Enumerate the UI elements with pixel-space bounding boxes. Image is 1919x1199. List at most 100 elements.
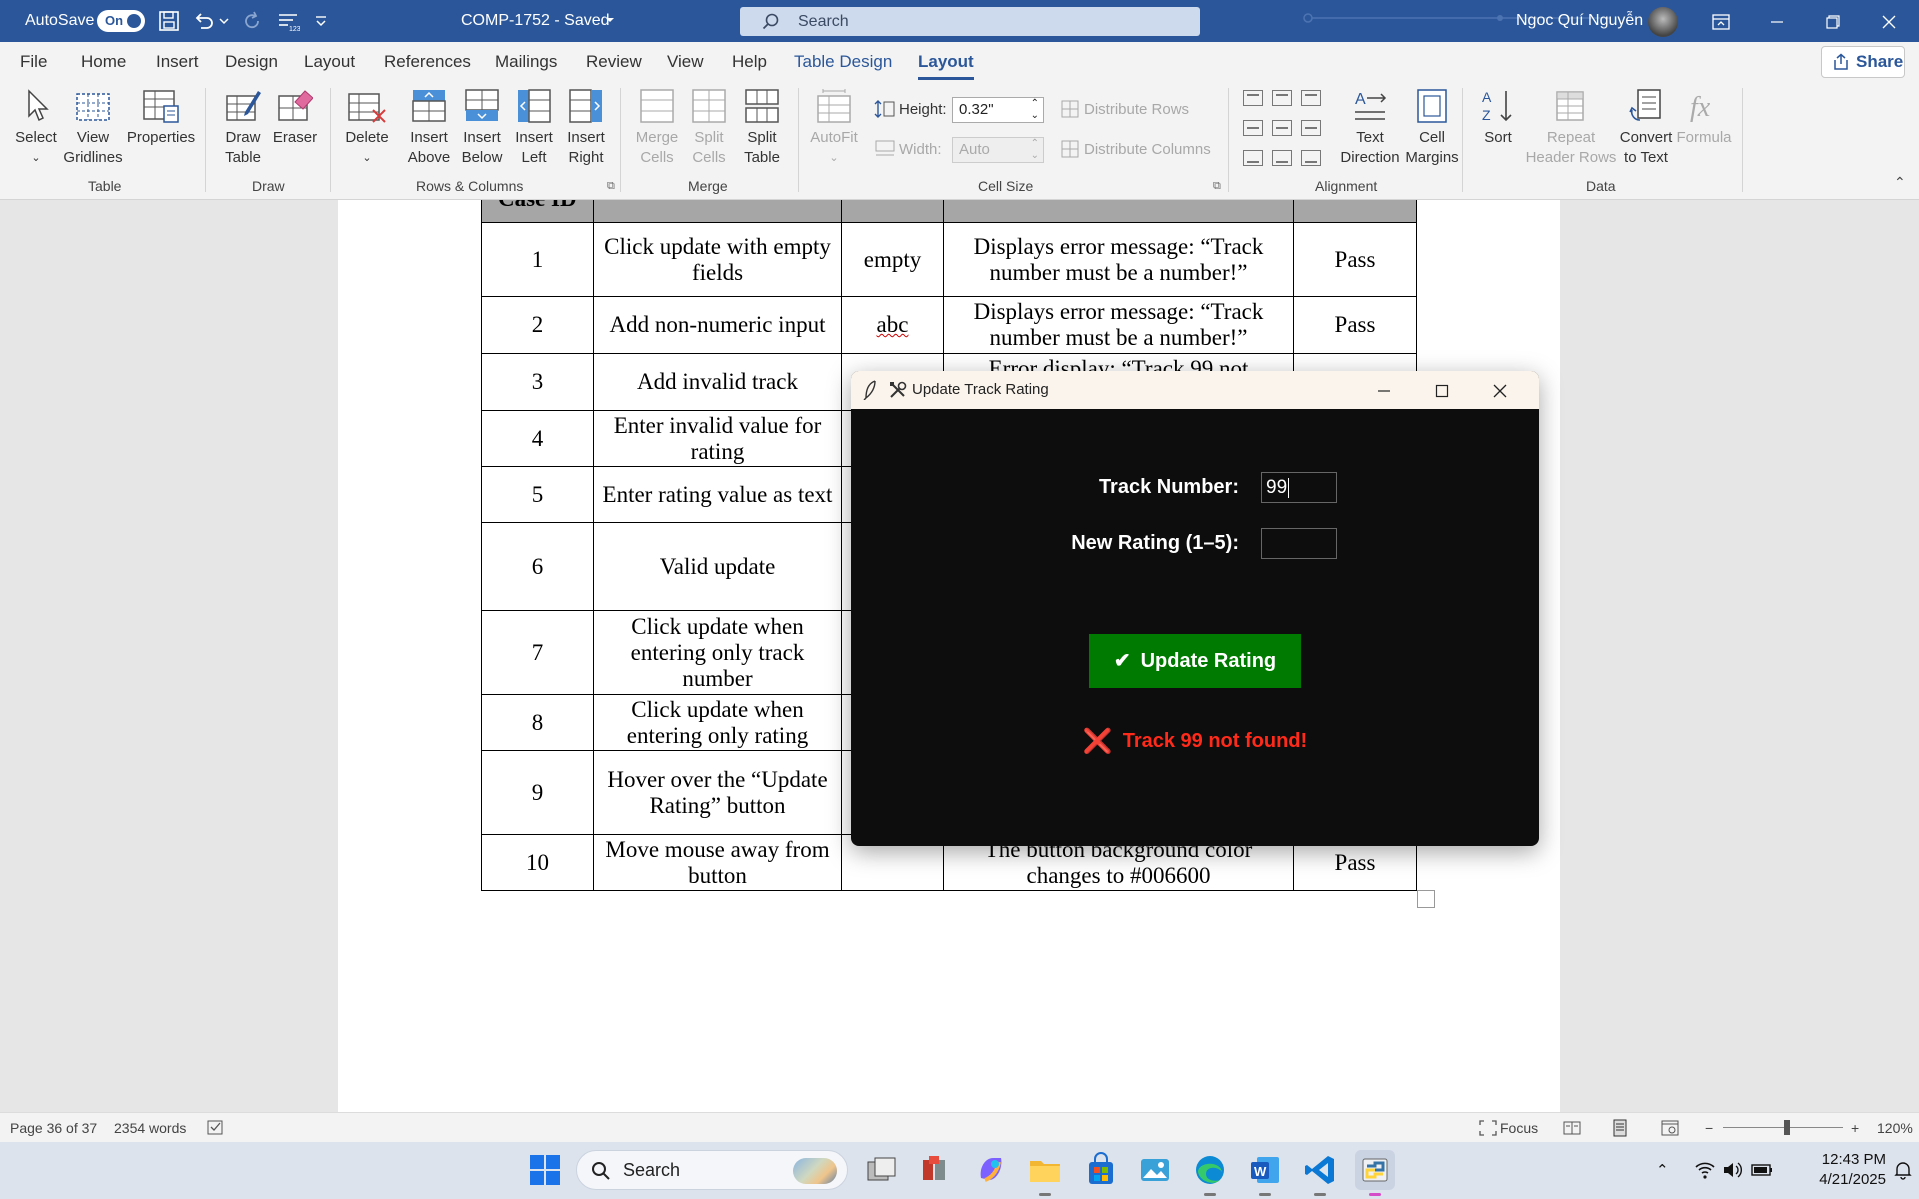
update-rating-button[interactable]: ✔ Update Rating: [1089, 634, 1301, 688]
web-layout-icon[interactable]: [1661, 1120, 1679, 1136]
ribbon-display-icon[interactable]: [1693, 0, 1749, 42]
proofing-icon[interactable]: [207, 1120, 225, 1136]
delete-button[interactable]: Delete ⌄: [340, 82, 394, 168]
tab-help[interactable]: Help: [732, 42, 767, 82]
align-top-left-icon[interactable]: [1243, 90, 1263, 106]
dialog-title-bar[interactable]: Update Track Rating: [851, 371, 1539, 409]
search-box[interactable]: Search: [740, 7, 1200, 36]
insert-below-button[interactable]: Insert Below: [456, 82, 508, 168]
collapse-ribbon-icon[interactable]: ⌃: [1894, 174, 1906, 191]
align-top-center-icon[interactable]: [1272, 90, 1292, 106]
zoom-level[interactable]: 120%: [1877, 1113, 1913, 1143]
tab-review[interactable]: Review: [586, 42, 642, 82]
tab-table-design[interactable]: Table Design: [794, 42, 892, 82]
taskbar-app-1[interactable]: [915, 1150, 955, 1190]
wifi-icon[interactable]: [1694, 1160, 1716, 1180]
formula-button[interactable]: fx Formula: [1672, 82, 1736, 148]
minimize-icon[interactable]: [1749, 0, 1805, 42]
page-count[interactable]: Page 36 of 37: [10, 1113, 97, 1143]
tab-mailings[interactable]: Mailings: [495, 42, 557, 82]
volume-icon[interactable]: [1722, 1160, 1744, 1180]
table-resize-handle[interactable]: [1417, 890, 1435, 908]
edge-button[interactable]: [1190, 1150, 1230, 1196]
vscode-button[interactable]: [1300, 1150, 1340, 1196]
view-gridlines-button[interactable]: View Gridlines: [60, 82, 126, 168]
tab-insert[interactable]: Insert: [156, 42, 199, 82]
distribute-rows-button[interactable]: Distribute Rows: [1084, 101, 1189, 118]
draw-table-button[interactable]: Draw Table: [216, 82, 270, 168]
insert-above-button[interactable]: Insert Above: [404, 82, 454, 168]
avatar[interactable]: [1648, 7, 1678, 37]
copilot-button[interactable]: [971, 1150, 1011, 1190]
notification-bell-icon[interactable]: [1893, 1160, 1913, 1180]
split-cells-button[interactable]: Split Cells: [682, 82, 736, 168]
share-button[interactable]: Share: [1821, 46, 1905, 78]
start-button[interactable]: [525, 1150, 565, 1190]
convert-to-text-button[interactable]: Convert to Text: [1614, 82, 1678, 168]
undo-dropdown-icon[interactable]: [218, 9, 230, 33]
align-middle-center-icon[interactable]: [1272, 120, 1292, 136]
zoom-in-icon[interactable]: +: [1851, 1113, 1859, 1143]
undo-icon[interactable]: [192, 9, 216, 33]
tab-file[interactable]: File: [20, 42, 47, 82]
autofit-button[interactable]: AutoFit ⌄: [806, 82, 862, 168]
cell-size-launcher-icon[interactable]: ⧉: [1213, 180, 1221, 193]
align-bottom-left-icon[interactable]: [1243, 150, 1263, 166]
customize-toolbar-icon[interactable]: [313, 9, 329, 33]
photos-button[interactable]: [1135, 1150, 1175, 1190]
task-view-button[interactable]: [861, 1150, 901, 1190]
system-clock[interactable]: 12:43 PM 4/21/2025: [1786, 1150, 1886, 1190]
tab-design[interactable]: Design: [225, 42, 278, 82]
new-rating-input[interactable]: [1261, 528, 1337, 559]
taskbar-search[interactable]: Search: [576, 1150, 848, 1190]
document-title[interactable]: COMP-1752 - Saved: [461, 0, 610, 42]
align-bottom-right-icon[interactable]: [1301, 150, 1321, 166]
cell-margins-button[interactable]: Cell Margins: [1404, 82, 1460, 168]
tab-layout[interactable]: Layout: [304, 42, 355, 82]
width-input[interactable]: Auto ⌃ ⌄: [952, 137, 1044, 163]
tab-references[interactable]: References: [384, 42, 471, 82]
height-input[interactable]: 0.32" ⌃ ⌄: [952, 97, 1044, 123]
format-icon[interactable]: 123: [276, 9, 301, 33]
store-button[interactable]: [1081, 1150, 1121, 1190]
print-layout-icon[interactable]: [1611, 1119, 1629, 1137]
read-mode-icon[interactable]: [1563, 1120, 1581, 1136]
eraser-button[interactable]: Eraser: [268, 82, 322, 148]
redo-icon[interactable]: [240, 9, 264, 33]
tab-table-layout[interactable]: Layout: [918, 42, 974, 82]
split-table-button[interactable]: Split Table: [734, 82, 790, 168]
file-explorer-button[interactable]: [1025, 1150, 1065, 1196]
insert-right-button[interactable]: Insert Right: [562, 82, 610, 168]
select-button[interactable]: Select ⌄: [8, 82, 64, 168]
track-number-input[interactable]: 99: [1261, 472, 1337, 503]
zoom-out-icon[interactable]: −: [1705, 1113, 1713, 1143]
zoom-slider[interactable]: [1723, 1127, 1843, 1128]
distribute-columns-button[interactable]: Distribute Columns: [1084, 141, 1211, 158]
title-dropdown-icon[interactable]: [604, 9, 616, 33]
text-direction-button[interactable]: A Text Direction: [1334, 82, 1406, 168]
autosave-toggle[interactable]: On: [97, 10, 145, 32]
save-icon[interactable]: [157, 9, 181, 33]
align-bottom-center-icon[interactable]: [1272, 150, 1292, 166]
merge-cells-button[interactable]: Merge Cells: [628, 82, 686, 168]
dialog-close-icon[interactable]: [1471, 371, 1529, 409]
close-icon[interactable]: [1861, 0, 1917, 42]
align-middle-left-icon[interactable]: [1243, 120, 1263, 136]
restore-icon[interactable]: [1805, 0, 1861, 42]
dialog-minimize-icon[interactable]: [1355, 371, 1413, 409]
repeat-header-rows-button[interactable]: Repeat Header Rows: [1524, 82, 1618, 168]
show-hidden-icons[interactable]: ⌃: [1656, 1142, 1669, 1199]
align-middle-right-icon[interactable]: [1301, 120, 1321, 136]
sort-button[interactable]: AZ Sort: [1470, 82, 1526, 148]
align-top-right-icon[interactable]: [1301, 90, 1321, 106]
zoom-slider-thumb[interactable]: [1784, 1120, 1790, 1135]
word-button[interactable]: W: [1245, 1150, 1285, 1196]
word-count[interactable]: 2354 words: [114, 1113, 186, 1143]
dialog-maximize-icon[interactable]: [1413, 371, 1471, 409]
tab-home[interactable]: Home: [81, 42, 126, 82]
insert-left-button[interactable]: Insert Left: [510, 82, 558, 168]
tab-view[interactable]: View: [667, 42, 704, 82]
properties-button[interactable]: Properties: [125, 82, 197, 148]
battery-icon[interactable]: [1750, 1160, 1774, 1180]
focus-button[interactable]: Focus: [1500, 1113, 1538, 1143]
